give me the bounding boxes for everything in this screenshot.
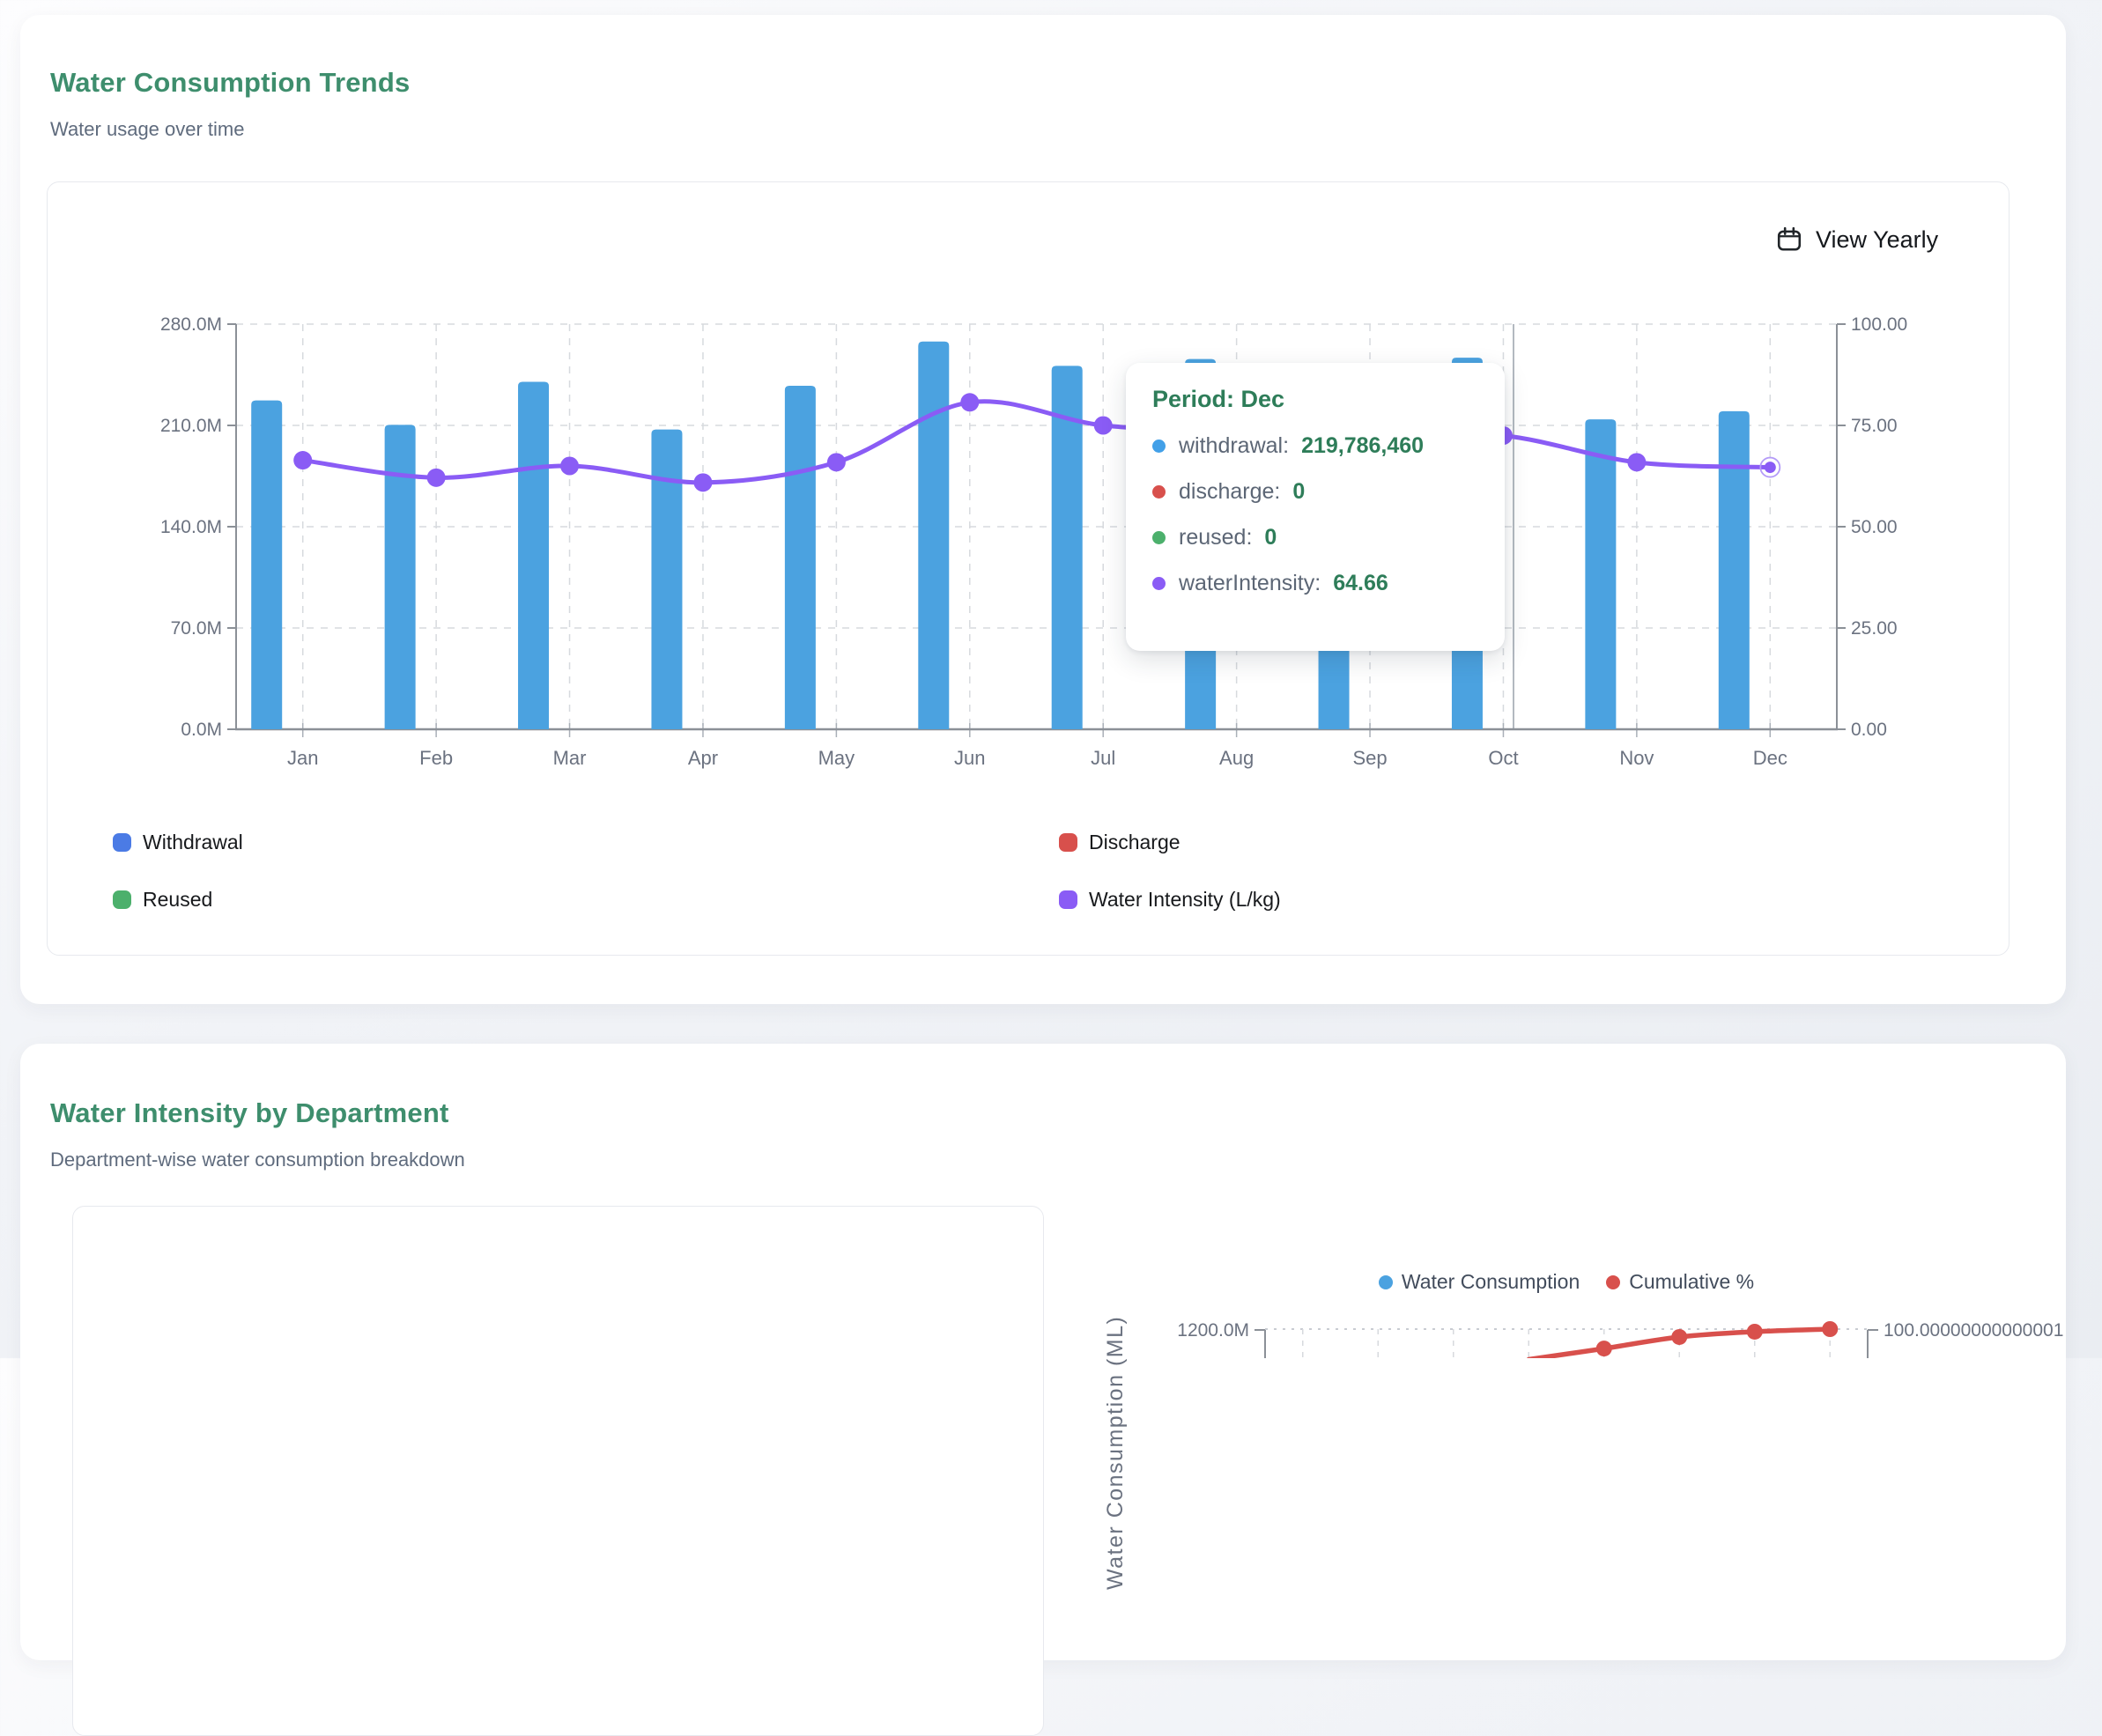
card1-subtitle: Water usage over time [50,118,245,141]
pareto-legend: Water Consumption Cumulative % [1265,1270,1868,1294]
legend-item-water-intensity-l-kg-[interactable]: Water Intensity (L/kg) [1059,888,1281,911]
pareto-legend-item-cumulative-[interactable]: Cumulative % [1606,1270,1754,1294]
tooltip-series-label: discharge: [1179,479,1280,505]
tooltip-series-label: waterIntensity: [1179,571,1321,596]
legend-swatch [113,833,131,852]
series-dot-icon [1152,577,1166,590]
legend-label: Water Intensity (L/kg) [1089,888,1281,912]
dashboard-page: Water Consumption Trends Water usage ove… [0,0,2102,1358]
tooltip-rows: withdrawal:219,786,460discharge:0reused:… [1152,433,1478,596]
tooltip-series-value: 0 [1292,479,1305,505]
legend-label: Water Consumption [1402,1270,1580,1294]
view-yearly-button[interactable]: View Yearly [1776,220,1938,259]
tooltip-title: Period: Dec [1152,386,1478,413]
tooltip-series-value: 219,786,460 [1301,433,1424,459]
series-dot-icon [1152,485,1166,499]
legend-item-reused[interactable]: Reused [113,888,212,911]
legend-label: Reused [143,888,212,912]
legend-item-discharge[interactable]: Discharge [1059,831,1181,853]
legend-label: Cumulative % [1629,1270,1754,1294]
tooltip-row: withdrawal: 219,786,460 [1152,433,1478,459]
tooltip-row: reused: 0 [1152,525,1478,550]
tooltip-series-label: reused: [1179,525,1252,550]
series-dot-icon [1152,440,1166,453]
trends-chart-panel [47,181,2009,956]
series-dot-icon [1152,531,1166,544]
tooltip-row: waterIntensity: 64.66 [1152,571,1478,596]
legend-label: Withdrawal [143,831,243,854]
chart-tooltip: Period: Dec withdrawal: 219,786,460 discha… [1126,363,1505,651]
legend-label: Discharge [1089,831,1181,854]
pareto-y-axis-title: Water Consumption (ML) [1103,1316,1129,1590]
legend-item-withdrawal[interactable]: Withdrawal [113,831,243,853]
tooltip-row: discharge: 0 [1152,479,1478,505]
tooltip-series-value: 64.66 [1333,571,1388,596]
legend-swatch [113,890,131,909]
legend-dot-icon [1606,1275,1620,1289]
card1-title: Water Consumption Trends [50,67,410,99]
calendar-icon [1776,226,1802,253]
tooltip-series-label: withdrawal: [1179,433,1289,459]
department-chart-panel [72,1206,1044,1736]
legend-dot-icon [1379,1275,1393,1289]
view-yearly-label: View Yearly [1816,226,1938,254]
legend-swatch [1059,833,1077,852]
card2-title: Water Intensity by Department [50,1097,449,1129]
card2-subtitle: Department-wise water consumption breakd… [50,1149,465,1171]
pareto-legend-item-water-consumption[interactable]: Water Consumption [1379,1270,1580,1294]
tooltip-series-value: 0 [1264,525,1277,550]
legend-swatch [1059,890,1077,909]
